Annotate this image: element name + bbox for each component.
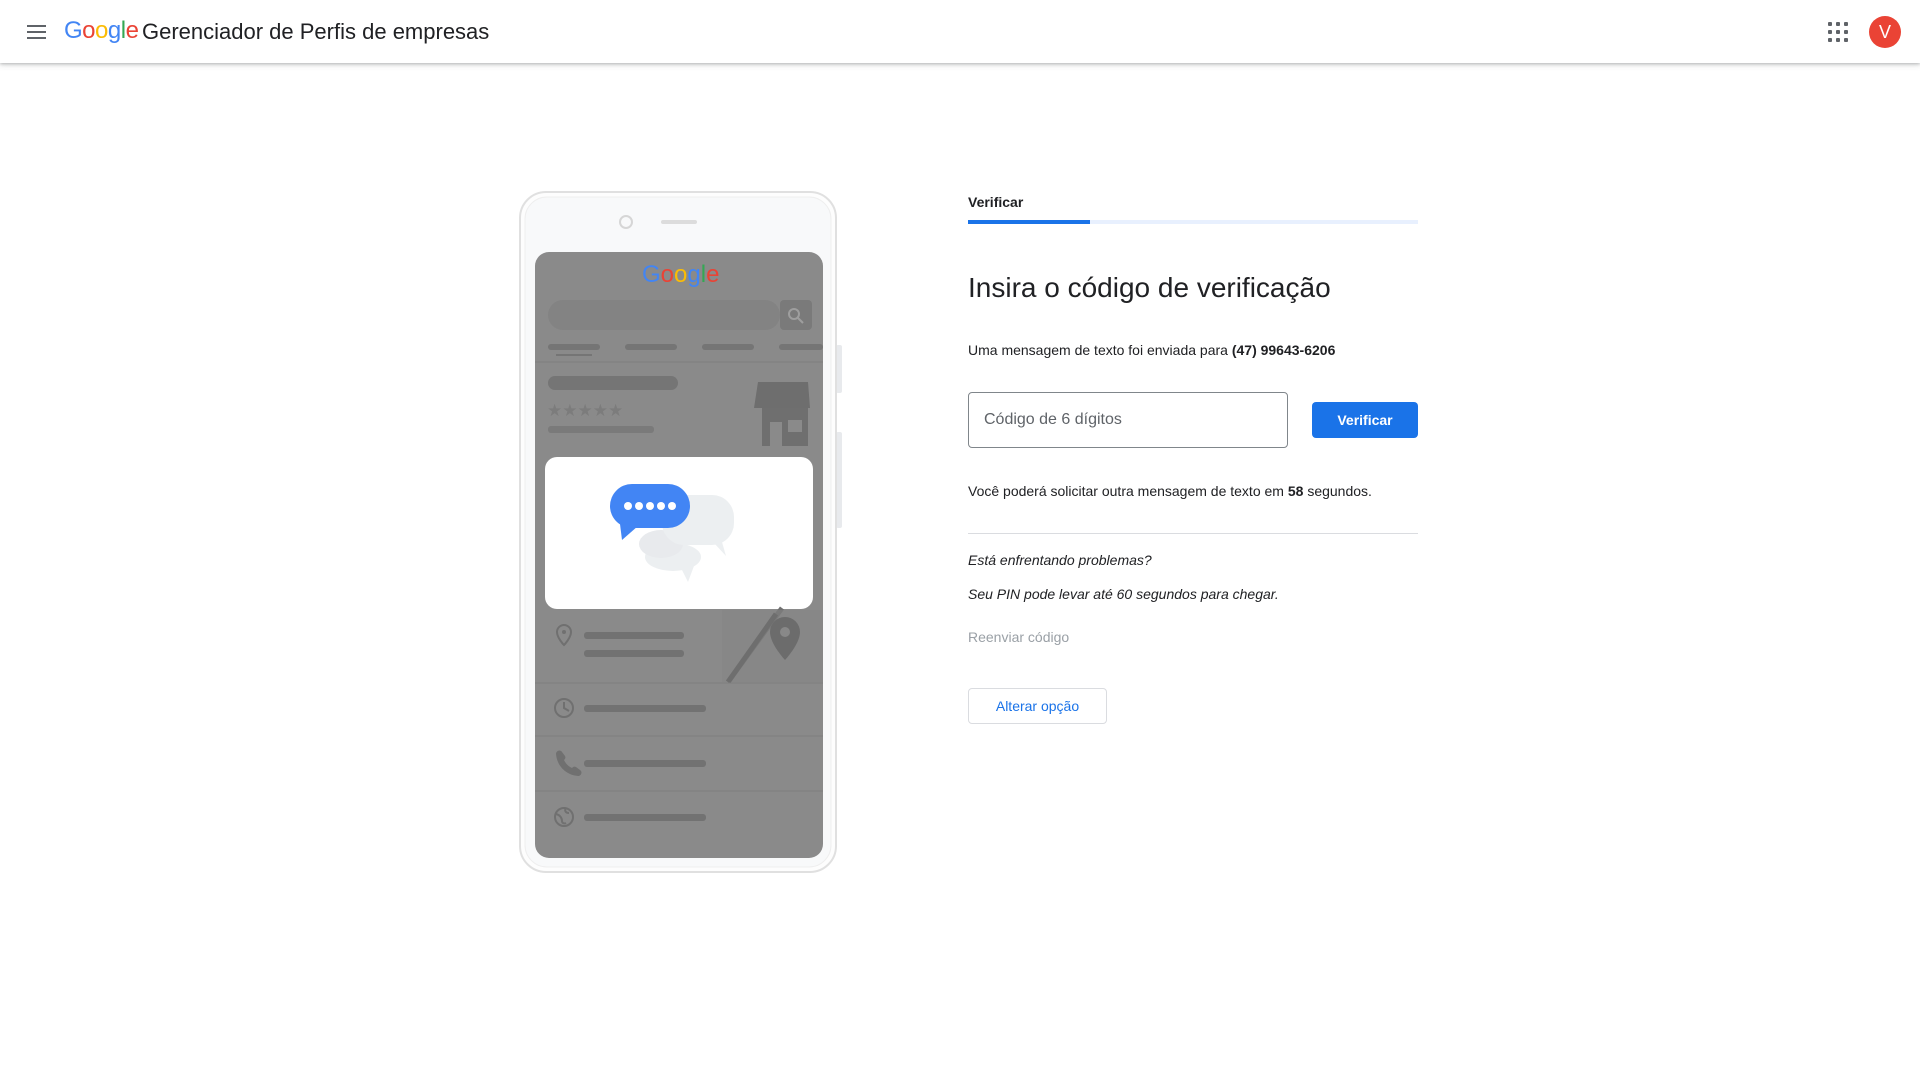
step-label: Verificar: [968, 194, 1024, 210]
sent-message-text: Uma mensagem de texto foi enviada para: [968, 342, 1228, 358]
menu-icon-bar: [27, 37, 46, 39]
apps-grid-dot: [1828, 30, 1832, 34]
apps-grid-dot: [1844, 38, 1848, 42]
page-title: Insira o código de verificação: [968, 272, 1331, 303]
apps-grid-dot: [1844, 22, 1848, 26]
countdown-prefix: Você poderá solicitar outra mensagem de …: [968, 483, 1284, 499]
app-title: Gerenciador de Perfis de empresas: [142, 19, 490, 44]
apps-grid-dot: [1828, 38, 1832, 42]
star-icon: ★★★★★: [547, 401, 623, 421]
problems-text: Está enfrentando problemas?: [968, 552, 1152, 568]
menu-icon-bar: [27, 31, 46, 33]
logo-letter: g: [107, 17, 121, 44]
phone-illustration: ★★★★★ Google: [518, 190, 842, 876]
verify-button[interactable]: Verificar: [1312, 402, 1418, 438]
sent-message: Uma mensagem de texto foi enviada para (…: [968, 342, 1335, 358]
apps-grid-dot: [1836, 22, 1840, 26]
menu-icon: [27, 25, 46, 27]
apps-grid-icon: [1828, 22, 1832, 26]
apps-grid-dot: [1836, 30, 1840, 34]
store-icon: [754, 382, 810, 446]
top-app-bar: Google Gerenciador de Perfis de empresas…: [0, 0, 1920, 63]
apps-grid-dot: [1836, 38, 1840, 42]
logo-letter: G: [64, 17, 83, 44]
logo-letter: o: [82, 17, 96, 44]
google-logo[interactable]: Google: [64, 17, 139, 45]
resend-countdown: Você poderá solicitar outra mensagem de …: [968, 483, 1372, 499]
divider: [968, 533, 1418, 534]
countdown-suffix: segundos.: [1307, 483, 1372, 499]
resend-code-link[interactable]: Reenviar código: [968, 629, 1069, 645]
logo-letter: o: [95, 17, 108, 44]
progress-bar: [968, 220, 1418, 224]
progress-bar-fill: [968, 220, 1090, 224]
illustration-google-wordmark: Google: [642, 261, 719, 288]
apps-grid-button[interactable]: [1826, 20, 1850, 44]
svg-text:★★★★★: ★★★★★: [547, 401, 623, 421]
verification-code-input[interactable]: [968, 392, 1288, 448]
pin-delay-note: Seu PIN pode levar até 60 segundos para …: [968, 586, 1279, 602]
change-option-button[interactable]: Alterar opção: [968, 688, 1107, 724]
countdown-seconds: 58: [1287, 483, 1304, 499]
apps-grid-dot: [1844, 30, 1848, 34]
logo-letter: e: [125, 17, 139, 44]
account-avatar[interactable]: V: [1869, 16, 1901, 48]
main-menu-button[interactable]: [20, 16, 52, 48]
phone-number: (47) 99643-6206: [1231, 342, 1336, 358]
